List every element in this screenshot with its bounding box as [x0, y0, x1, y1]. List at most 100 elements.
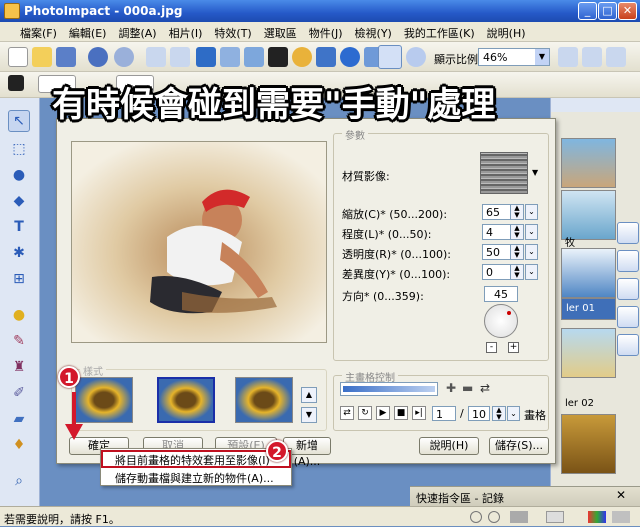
shape-tool-icon[interactable]: ◆: [8, 190, 30, 212]
panel-icon-2[interactable]: [617, 250, 639, 272]
copy-icon[interactable]: [146, 47, 166, 67]
zoom-tool-icon[interactable]: ⌕: [8, 470, 30, 492]
marquee-tool-icon[interactable]: ⬚: [8, 138, 30, 160]
zoom-out-icon[interactable]: [582, 47, 602, 67]
fill-tool-icon[interactable]: ●: [8, 304, 30, 326]
chart-icon[interactable]: [617, 334, 639, 356]
scale-spinner[interactable]: ▲ ▼: [510, 204, 524, 220]
frame-spinner[interactable]: ▲ ▼: [492, 406, 506, 421]
brush-tool-icon[interactable]: ✎: [8, 330, 30, 352]
crop-tool-icon[interactable]: ⊞: [8, 268, 30, 290]
menu-workspace[interactable]: 我的工作區(K): [398, 22, 481, 44]
maximize-button[interactable]: □: [598, 2, 617, 20]
play-button-icon[interactable]: ▶: [376, 406, 390, 420]
gallery-thumb[interactable]: [561, 138, 616, 188]
eyedropper-icon[interactable]: [268, 47, 288, 67]
effect-icon[interactable]: [244, 47, 264, 67]
transparency-dropdown[interactable]: ⌄: [525, 244, 538, 260]
image-icon[interactable]: [220, 47, 240, 67]
chevron-down-icon[interactable]: ▼: [532, 168, 538, 177]
save-button[interactable]: 儲存(S)...: [489, 437, 549, 455]
rewind-icon[interactable]: ↻: [358, 406, 372, 420]
menu-adjust[interactable]: 調整(A): [112, 22, 162, 44]
brightness-icon[interactable]: [292, 47, 312, 67]
view-mode-icon[interactable]: [378, 45, 402, 69]
menu-help[interactable]: 說明(H): [481, 22, 532, 44]
stamp-tool-icon[interactable]: ♜: [8, 356, 30, 378]
save-icon[interactable]: [56, 47, 76, 67]
color-icon[interactable]: [316, 47, 336, 67]
menu-edit[interactable]: 編輯(E): [63, 22, 113, 44]
help-button[interactable]: 說明(H): [419, 437, 479, 455]
paste-icon[interactable]: [170, 47, 190, 67]
close-button[interactable]: ✕: [618, 2, 637, 20]
direction-minus-button[interactable]: -: [486, 342, 497, 353]
open-folder-icon[interactable]: [32, 47, 52, 67]
color-swatch-icon[interactable]: [8, 75, 24, 91]
frame-dropdown[interactable]: ⌄: [507, 406, 520, 421]
zoom-value: 46%: [483, 51, 508, 64]
undo-icon[interactable]: [88, 47, 108, 67]
menu-object[interactable]: 物件(J): [303, 22, 349, 44]
gallery-thumb[interactable]: [561, 190, 616, 240]
texture-label: 材質影像:: [342, 170, 390, 183]
menu-apply-to-image[interactable]: 將目前畫格的特效套用至影像(I): [101, 450, 291, 468]
crop-icon[interactable]: [196, 47, 216, 67]
level-spinner[interactable]: ▲ ▼: [510, 224, 524, 240]
remove-keyframe-icon[interactable]: ▬: [462, 382, 476, 396]
menu-photo[interactable]: 相片(I): [163, 22, 209, 44]
swap-keyframe-icon[interactable]: ⇄: [480, 382, 494, 396]
loop-icon[interactable]: ⇄: [340, 406, 354, 420]
preset-scroll-up[interactable]: ▲: [301, 387, 317, 403]
scale-dropdown[interactable]: ⌄: [525, 204, 538, 220]
add-keyframe-icon[interactable]: ✚: [446, 382, 460, 396]
text-tool-icon[interactable]: T: [8, 216, 30, 238]
direction-dial[interactable]: [484, 304, 518, 338]
transparency-spinner[interactable]: ▲ ▼: [510, 244, 524, 260]
texture-swatch[interactable]: [480, 152, 528, 194]
params-legend: 參數: [342, 127, 368, 142]
direction-plus-button[interactable]: +: [508, 342, 519, 353]
menu-view[interactable]: 檢視(Y): [349, 22, 398, 44]
panel-icon-4[interactable]: [617, 306, 639, 328]
level-dropdown[interactable]: ⌄: [525, 224, 538, 240]
bucket-tool-icon[interactable]: ♦: [8, 434, 30, 456]
eraser-tool-icon[interactable]: ▰: [8, 408, 30, 430]
frame-total-input[interactable]: 10: [468, 406, 490, 421]
thumb-caption: ler 02: [565, 398, 594, 409]
fit-window-icon[interactable]: [606, 47, 626, 67]
menu-effect[interactable]: 特效(T): [208, 22, 257, 44]
gallery-thumb-selected[interactable]: ler 01: [561, 298, 616, 320]
frame-current-input[interactable]: 1: [432, 406, 456, 421]
redo-icon[interactable]: [114, 47, 134, 67]
menu-file[interactable]: 檔案(F): [14, 22, 63, 44]
gallery-thumb[interactable]: [561, 328, 616, 378]
transform-tool-icon[interactable]: ✱: [8, 242, 30, 264]
globe-icon[interactable]: [340, 47, 360, 67]
lasso-tool-icon[interactable]: ●: [8, 164, 30, 186]
zoom-select[interactable]: 46% ▼: [478, 48, 550, 66]
gallery-thumb[interactable]: [561, 414, 616, 474]
quick-command-panel[interactable]: 快速指令區 - 記錄 ✕: [410, 486, 640, 506]
menu-save-animation[interactable]: 儲存動畫檔與建立新的物件(A)...: [101, 468, 291, 486]
stop-icon[interactable]: ■: [394, 406, 408, 420]
preset-thumb-2-selected[interactable]: [157, 377, 215, 423]
play-icon[interactable]: [617, 278, 639, 300]
menu-selection[interactable]: 選取區: [258, 22, 303, 44]
zoom-in-icon[interactable]: [558, 47, 578, 67]
new-file-icon[interactable]: [8, 47, 28, 67]
variance-spinner[interactable]: ▲ ▼: [510, 264, 524, 280]
timeline-bar[interactable]: [340, 382, 438, 396]
minimize-button[interactable]: _: [578, 2, 597, 20]
retouch-tool-icon[interactable]: ✐: [8, 382, 30, 404]
gallery-thumb[interactable]: [561, 248, 616, 298]
pick-tool-icon[interactable]: ↖: [8, 110, 30, 132]
variance-dropdown[interactable]: ⌄: [525, 264, 538, 280]
direction-input[interactable]: 45: [484, 286, 518, 302]
preset-scroll-down[interactable]: ▼: [301, 407, 317, 423]
panel-close-icon[interactable]: ✕: [616, 488, 626, 502]
refresh-icon[interactable]: [406, 47, 426, 67]
next-frame-icon[interactable]: ▸|: [412, 406, 426, 420]
panel-icon-1[interactable]: [617, 222, 639, 244]
preset-thumb-3[interactable]: [235, 377, 293, 423]
